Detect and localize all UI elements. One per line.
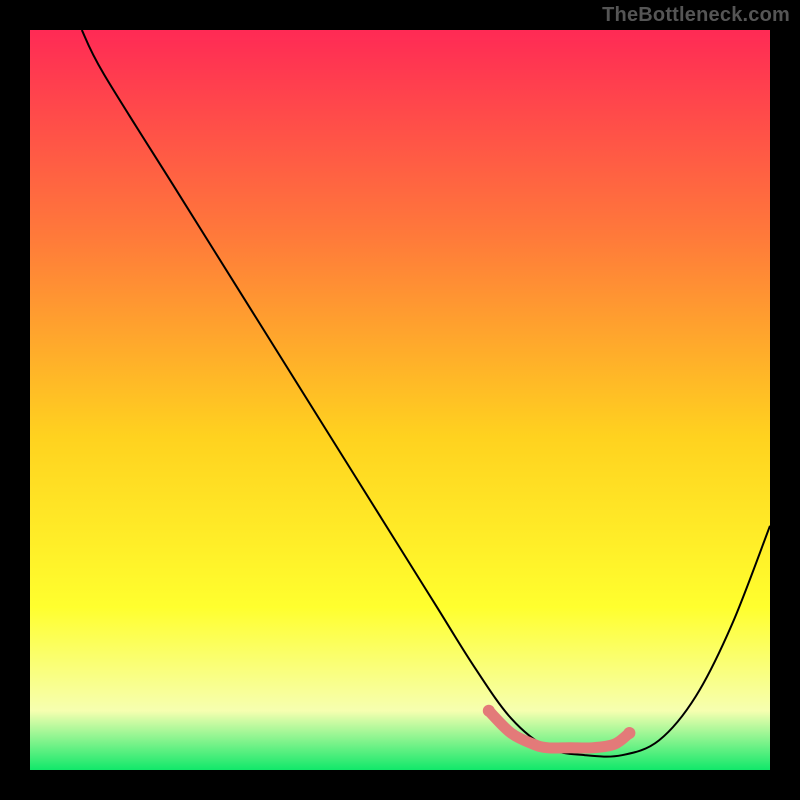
chart-svg <box>30 30 770 770</box>
attribution-text: TheBottleneck.com <box>602 4 790 27</box>
highlight-end-dot <box>623 727 635 739</box>
chart-container: TheBottleneck.com <box>0 0 800 800</box>
highlight-start-dot <box>483 705 495 717</box>
gradient-background <box>30 30 770 770</box>
plot-area <box>30 30 770 770</box>
